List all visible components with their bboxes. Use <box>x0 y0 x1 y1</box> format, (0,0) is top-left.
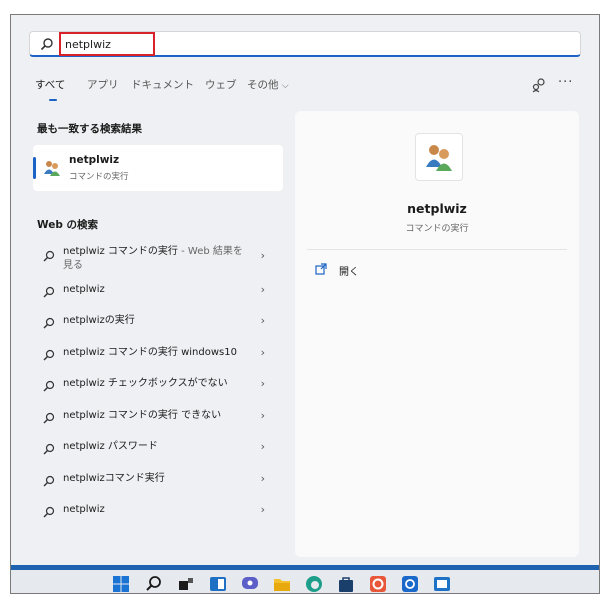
search-icon <box>43 250 55 262</box>
mail-icon[interactable] <box>401 575 419 593</box>
web-result-row[interactable]: netplwiz コマンドの実行 できない › <box>37 403 275 433</box>
tab-apps[interactable]: アプリ <box>87 77 119 92</box>
tab-documents[interactable]: ドキュメント <box>131 77 194 92</box>
chevron-right-icon: › <box>260 440 265 453</box>
chevron-right-icon: › <box>260 314 265 327</box>
start-icon[interactable] <box>112 575 130 593</box>
open-external-icon <box>315 263 327 275</box>
web-result-query: netplwiz コマンドの実行 できない <box>63 409 222 421</box>
web-result-text: netplwiz <box>63 503 105 517</box>
web-result-text: netplwizコマンド実行 <box>63 472 165 486</box>
divider <box>307 249 567 250</box>
web-result-row[interactable]: netplwiz コマンドの実行 - Web 結果を見る › <box>37 245 275 275</box>
detail-app-icon <box>415 133 463 181</box>
start-search-window: すべて アプリ ドキュメント ウェブ その他 ⌵ ··· 最も一致する検索結果 … <box>10 14 600 594</box>
tab-more[interactable]: その他 ⌵ <box>247 77 289 92</box>
detail-subtitle: コマンドの実行 <box>405 224 469 234</box>
office-icon[interactable] <box>369 575 387 593</box>
photos-icon[interactable] <box>433 575 451 593</box>
web-result-query: netplwiz コマンドの実行 <box>63 246 178 257</box>
active-tab-indicator <box>49 99 57 101</box>
search-icon <box>43 349 55 360</box>
search-icon <box>43 475 55 486</box>
search-icon[interactable] <box>145 575 163 593</box>
chat-icon[interactable] <box>241 575 259 593</box>
search-icon <box>43 286 55 297</box>
web-result-query: netplwiz パスワード <box>63 441 158 452</box>
store-icon[interactable] <box>337 575 355 593</box>
web-result-suffix: - Web 結果を <box>177 246 243 257</box>
best-match-heading: 最も一致する検索結果 <box>37 123 142 135</box>
web-result-text: netplwiz <box>63 283 105 297</box>
chevron-right-icon: › <box>260 503 265 516</box>
selection-indicator <box>33 157 36 179</box>
web-result-row[interactable]: netplwiz › <box>37 277 275 307</box>
search-icon <box>43 317 55 329</box>
chevron-right-icon: › <box>260 249 265 262</box>
widgets-icon[interactable] <box>209 575 227 593</box>
search-icon <box>43 506 55 518</box>
web-result-row[interactable]: netplwiz パスワード › <box>37 434 275 464</box>
web-result-text: netplwizの実行 <box>63 314 135 328</box>
chevron-right-icon: › <box>260 282 265 296</box>
web-result-text: netplwiz パスワード <box>63 440 158 454</box>
tab-web[interactable]: ウェブ <box>205 77 237 92</box>
best-match-subtitle: コマンドの実行 <box>69 172 129 182</box>
more-options-button[interactable]: ··· <box>558 75 573 90</box>
users-icon <box>426 145 452 171</box>
users-icon <box>44 161 60 176</box>
chevron-right-icon: › <box>260 377 265 390</box>
search-icon <box>43 380 55 392</box>
web-result-row[interactable]: netplwizコマンド実行 › <box>37 466 275 496</box>
web-result-query: netplwizの実行 <box>63 315 135 326</box>
detail-title: netplwiz <box>407 201 467 216</box>
tab-more-label: その他 <box>247 79 279 91</box>
account-icon[interactable] <box>531 77 547 93</box>
search-icon <box>43 443 55 455</box>
edge-icon[interactable] <box>305 575 323 593</box>
tab-all[interactable]: すべて <box>35 77 65 92</box>
web-result-row[interactable]: netplwiz チェックボックスがでない › <box>37 371 275 401</box>
file-explorer-icon[interactable] <box>273 575 291 593</box>
web-result-query: netplwiz チェックボックスがでない <box>63 378 228 389</box>
best-match-title: netplwiz <box>69 154 120 166</box>
web-result-text: netplwiz コマンドの実行 - Web 結果を見る <box>63 245 243 273</box>
taskbar <box>11 565 599 593</box>
web-result-query: netplwizコマンド実行 <box>63 472 165 484</box>
web-result-row[interactable]: netplwizの実行 › <box>37 308 275 338</box>
best-match-result[interactable]: netplwiz コマンドの実行 <box>33 145 283 191</box>
open-label: 開く <box>339 267 359 278</box>
web-result-suffix-2: 見る <box>63 260 83 271</box>
search-input[interactable] <box>59 32 155 56</box>
web-search-heading: Web の検索 <box>37 219 99 231</box>
web-result-text: netplwiz コマンドの実行 windows10 <box>63 346 237 360</box>
results-list: 最も一致する検索結果 netplwiz コマンドの実行 Web の検索 netp… <box>29 111 291 571</box>
chevron-right-icon: › <box>260 471 265 485</box>
web-result-row[interactable]: netplwiz › <box>37 497 275 527</box>
web-result-query: netplwiz <box>63 283 105 295</box>
search-box[interactable] <box>29 31 581 57</box>
web-result-row[interactable]: netplwiz コマンドの実行 windows10 › <box>37 340 275 370</box>
web-result-query: netplwiz <box>63 504 105 515</box>
chevron-right-icon: › <box>260 408 265 422</box>
task-view-icon[interactable] <box>177 575 195 593</box>
detail-pane: netplwiz コマンドの実行 開く <box>295 111 579 557</box>
chevron-down-icon: ⌵ <box>281 81 289 91</box>
search-icon <box>43 412 55 423</box>
search-icon <box>40 38 53 51</box>
web-result-text: netplwiz チェックボックスがでない <box>63 377 228 391</box>
web-result-text: netplwiz コマンドの実行 できない <box>63 409 221 423</box>
chevron-right-icon: › <box>260 345 265 359</box>
web-result-query: netplwiz コマンドの実行 windows10 <box>63 346 237 358</box>
